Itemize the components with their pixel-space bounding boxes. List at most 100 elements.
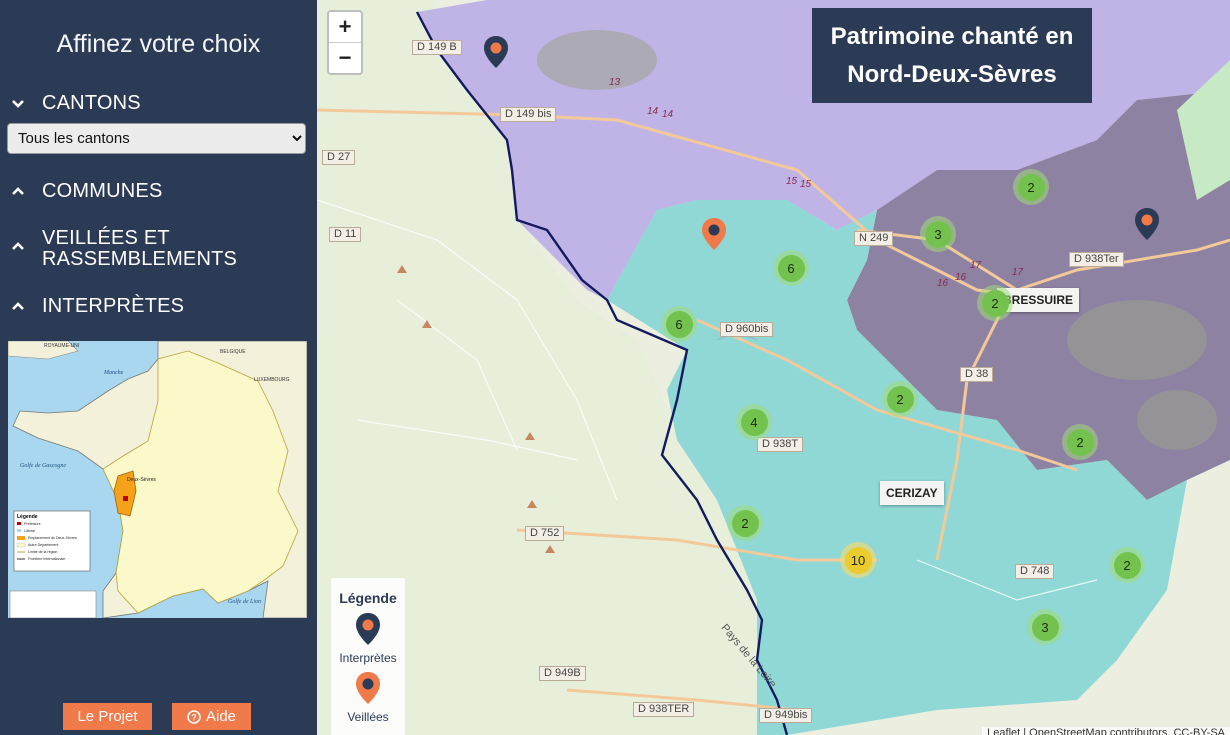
svg-text:BELGIQUE: BELGIQUE [220, 349, 246, 355]
svg-text:Légende: Légende [17, 514, 38, 520]
section-cantons-label: CANTONS [42, 92, 141, 114]
road-label: D 11 [329, 227, 362, 242]
route-number: 17 [970, 260, 982, 271]
legend-interpretes-label: Interprètes [339, 651, 397, 665]
marker-cluster[interactable]: 3 [1027, 609, 1063, 645]
marker-cluster[interactable]: 4 [736, 404, 772, 440]
veillee-marker-icon[interactable] [701, 217, 727, 251]
aide-label: Aide [205, 708, 237, 725]
veillee-legend-icon [356, 672, 380, 704]
svg-text:LUXEMBOURG: LUXEMBOURG [254, 377, 290, 383]
france-map-drawing: Deux-Sèvres Légende Préfecture Littoral … [8, 341, 307, 618]
road-label: D 949B [539, 666, 586, 681]
cluster-count: 4 [740, 408, 768, 436]
map-legend: Légende Interprètes Veillées [331, 578, 405, 735]
svg-text:Golfe de Lion: Golfe de Lion [228, 598, 261, 605]
svg-text:Golfe de Gascogne: Golfe de Gascogne [20, 462, 66, 469]
canton-select[interactable]: Tous les cantons [7, 123, 306, 154]
zoom-out-button[interactable]: − [329, 42, 361, 73]
svg-text:Autre Département: Autre Département [28, 543, 58, 547]
chevron-up-icon [12, 187, 24, 195]
road-label: D 752 [525, 526, 565, 541]
route-number: 13 [609, 77, 621, 88]
france-locator-map: Deux-Sèvres Légende Préfecture Littoral … [8, 341, 307, 618]
svg-text:Littoral: Littoral [24, 529, 35, 533]
route-number: 15 [800, 179, 812, 190]
chevron-up-icon [12, 242, 24, 250]
route-number: 14 [647, 106, 659, 117]
cluster-count: 2 [1017, 173, 1045, 201]
marker-cluster[interactable]: 10 [840, 542, 876, 578]
route-number: 17 [1012, 267, 1024, 278]
section-cantons[interactable]: CANTONS [8, 93, 308, 115]
route-number: 14 [662, 109, 674, 120]
help-circle-icon: ? [187, 709, 201, 724]
road-label: D 748 [1015, 564, 1055, 579]
cluster-count: 2 [731, 509, 759, 537]
section-interpretes[interactable]: INTERPRÈTES [8, 296, 308, 318]
route-number: 16 [937, 278, 949, 289]
le-projet-button[interactable]: Le Projet [63, 703, 152, 730]
section-communes[interactable]: COMMUNES [8, 181, 308, 203]
road-label: D 149 B [412, 40, 462, 55]
cluster-count: 2 [1113, 551, 1141, 579]
marker-cluster[interactable]: 2 [1013, 169, 1049, 205]
road-label: D 938T [757, 437, 804, 452]
legend-title: Légende [339, 590, 397, 606]
svg-text:Manche: Manche [103, 370, 124, 376]
sidebar-title: Affinez votre choix [56, 30, 261, 58]
route-number: 16 [955, 272, 967, 283]
svg-text:Limite de la région: Limite de la région [28, 550, 57, 554]
chevron-down-icon [12, 100, 24, 108]
map-title-line2: Nord-Deux-Sèvres [847, 60, 1057, 88]
svg-text:ROYAUME-UNI: ROYAUME-UNI [44, 343, 79, 349]
cluster-count: 6 [777, 254, 805, 282]
zoom-in-button[interactable]: + [329, 12, 361, 42]
marker-cluster[interactable]: 3 [920, 216, 956, 252]
map-title: Patrimoine chanté en Nord-Deux-Sèvres [812, 8, 1092, 103]
map-title-line1: Patrimoine chanté en [830, 22, 1074, 50]
le-projet-label: Le Projet [77, 708, 138, 725]
svg-text:Frontière Internationale: Frontière Internationale [28, 557, 65, 561]
road-label: D 38 [960, 367, 994, 382]
cluster-count: 10 [844, 546, 872, 574]
svg-text:Emplacement du Deux-Sèvres: Emplacement du Deux-Sèvres [28, 536, 77, 540]
map-attribution: Leaflet | OpenStreetMap contributors, CC… [982, 727, 1230, 735]
cluster-count: 3 [1031, 613, 1059, 641]
map-tiles [317, 0, 1230, 735]
section-interpretes-label: INTERPRÈTES [42, 295, 185, 317]
interprete-marker-icon[interactable] [483, 35, 509, 69]
marker-cluster[interactable]: 2 [977, 285, 1013, 321]
marker-cluster[interactable]: 2 [727, 505, 763, 541]
legend-veillees-label: Veillées [347, 710, 389, 724]
marker-cluster[interactable]: 2 [882, 381, 918, 417]
cluster-count: 2 [886, 385, 914, 413]
cluster-count: 3 [924, 220, 952, 248]
section-veillees-label: VEILLÉES ET RASSEMBLEMENTS [42, 228, 237, 270]
marker-cluster[interactable]: 2 [1062, 424, 1098, 460]
interprete-legend-icon [356, 613, 380, 645]
marker-cluster[interactable]: 2 [1109, 547, 1145, 583]
aide-button[interactable]: ? Aide [172, 703, 251, 730]
section-veillees[interactable]: VEILLÉES ET RASSEMBLEMENTS [8, 228, 308, 270]
road-label: N 249 [854, 231, 894, 246]
map-canvas[interactable]: D 149 B D 149 bis D 27 D 11 N 249 D 938T… [317, 0, 1230, 735]
cluster-count: 2 [1066, 428, 1094, 456]
route-number: 15 [786, 176, 798, 187]
section-communes-label: COMMUNES [42, 180, 163, 202]
svg-text:Préfecture: Préfecture [24, 522, 41, 526]
marker-cluster[interactable]: 6 [661, 306, 697, 342]
road-label: D 149 bis [500, 107, 557, 122]
marker-cluster[interactable]: 6 [773, 250, 809, 286]
svg-text:Deux-Sèvres: Deux-Sèvres [127, 477, 156, 483]
section-veillees-line1: VEILLÉES ET [42, 227, 170, 249]
svg-text:?: ? [191, 712, 197, 722]
chevron-up-icon [12, 302, 24, 310]
section-veillees-line2: RASSEMBLEMENTS [42, 248, 238, 270]
road-label: D 960bis [720, 322, 774, 337]
town-label-cerizay: CERIZAY [880, 481, 944, 505]
cluster-count: 2 [981, 289, 1009, 317]
interprete-marker-icon[interactable] [1134, 207, 1160, 241]
zoom-control: + − [327, 10, 363, 75]
road-label: D 938Ter [1069, 252, 1124, 267]
